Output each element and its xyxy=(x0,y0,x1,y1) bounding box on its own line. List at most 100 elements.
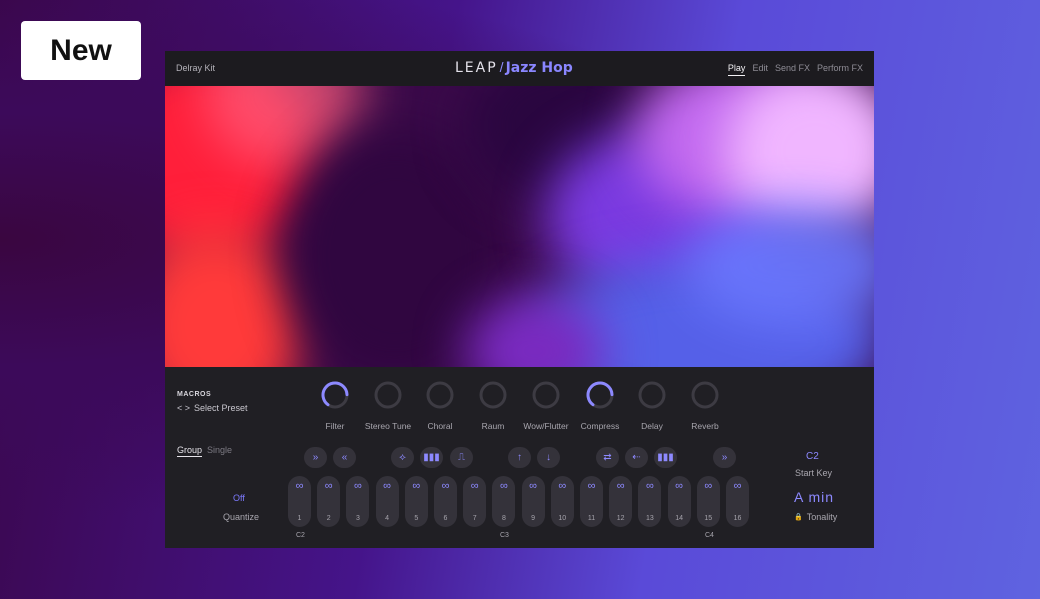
knob-dial-icon[interactable] xyxy=(426,381,454,409)
lock-icon[interactable]: 🔒 xyxy=(794,513,803,521)
infinity-icon: ∞ xyxy=(645,480,654,492)
tab-play[interactable]: Play xyxy=(727,63,746,76)
pad-4[interactable]: ∞ 4 xyxy=(375,476,399,527)
knob-dial-icon[interactable] xyxy=(374,381,402,409)
fast-forward-button[interactable]: » xyxy=(304,447,327,468)
tab-edit[interactable]: Edit xyxy=(752,63,768,76)
note-label-c3: C3 xyxy=(500,532,509,539)
pad-14[interactable]: ∞ 14 xyxy=(667,476,691,527)
infinity-icon: ∞ xyxy=(441,480,450,492)
knob-dial-icon[interactable] xyxy=(586,381,614,409)
pad-15[interactable]: ∞ 15 xyxy=(696,476,720,527)
infinity-icon: ∞ xyxy=(412,480,421,492)
bars-button[interactable]: ▮▮▮ xyxy=(420,447,443,468)
shuffle-button[interactable]: ⟡ xyxy=(391,447,414,468)
pad-number: 7 xyxy=(472,515,477,522)
pad-number: 15 xyxy=(704,515,713,522)
envelope-button[interactable]: ⎍ xyxy=(450,447,473,468)
up-arrow-button[interactable]: ↑ xyxy=(508,447,531,468)
pad-12[interactable]: ∞ 12 xyxy=(609,476,633,527)
tab-group[interactable]: Group xyxy=(177,445,203,457)
knob-label: Compress xyxy=(580,421,620,431)
macro-knob-wow-flutter[interactable]: Wow/Flutter xyxy=(516,381,576,431)
macro-knob-reverb[interactable]: Reverb xyxy=(675,381,735,431)
macros-title: MACROS xyxy=(177,391,212,398)
scatter-button[interactable]: ⇠ xyxy=(625,447,648,468)
note-label-c2: C2 xyxy=(296,532,305,539)
pad-1[interactable]: ∞ 1 xyxy=(288,476,311,527)
pad-number: 9 xyxy=(531,515,536,522)
start-key-value[interactable]: C2 xyxy=(806,451,819,462)
pad-number: 13 xyxy=(645,515,654,522)
knob-dial-icon[interactable] xyxy=(321,381,349,409)
leap-plugin-window: Delray Kit LEAP / Jazz Hop Play Edit Sen… xyxy=(165,51,874,548)
knob-dial-icon[interactable] xyxy=(691,381,719,409)
scatter-icon: ⇠ xyxy=(632,452,641,463)
pad-5[interactable]: ∞ 5 xyxy=(404,476,428,527)
brand-leap: LEAP xyxy=(455,60,498,76)
pad-16[interactable]: ∞ 16 xyxy=(726,476,749,527)
knob-label: Filter xyxy=(325,421,345,431)
down-arrow-button[interactable]: ↓ xyxy=(537,447,560,468)
note-label-c4: C4 xyxy=(705,532,714,539)
preset-arrows-icon[interactable]: < > xyxy=(177,403,190,413)
pad-number: 8 xyxy=(501,515,506,522)
rewind-button[interactable]: « xyxy=(333,447,356,468)
knob-label: Reverb xyxy=(691,421,719,431)
bars-button[interactable]: ▮▮▮ xyxy=(654,447,677,468)
start-key-label: Start Key xyxy=(795,468,833,478)
knob-dial-icon[interactable] xyxy=(638,381,666,409)
group-single-tabs: Group Single xyxy=(177,445,232,457)
bars-icon: ▮▮▮ xyxy=(423,452,440,463)
pad-10[interactable]: ∞ 10 xyxy=(550,476,574,527)
infinity-icon: ∞ xyxy=(558,480,567,492)
knob-label: Delay xyxy=(641,421,663,431)
pad-11[interactable]: ∞ 11 xyxy=(580,476,603,527)
tab-send-fx[interactable]: Send FX xyxy=(775,63,810,76)
rewind-icon: « xyxy=(341,452,348,463)
fast-forward-button[interactable]: » xyxy=(713,447,736,468)
fast-forward-icon: » xyxy=(721,452,728,463)
down-arrow-icon: ↓ xyxy=(546,452,551,463)
pad-number: 6 xyxy=(443,515,448,522)
brand-name: Jazz Hop xyxy=(505,60,573,76)
macro-knob-compress[interactable]: Compress xyxy=(570,381,630,431)
macro-knob-raum[interactable]: Raum xyxy=(463,381,523,431)
macro-knob-delay[interactable]: Delay xyxy=(622,381,682,431)
pad-number: 3 xyxy=(355,515,360,522)
pad-13[interactable]: ∞ 13 xyxy=(638,476,662,527)
tonality-value[interactable]: A min xyxy=(794,489,834,505)
pad-2[interactable]: ∞ 2 xyxy=(317,476,341,527)
pad-number: 11 xyxy=(587,515,596,522)
infinity-icon: ∞ xyxy=(499,480,508,492)
knob-dial-icon[interactable] xyxy=(532,381,560,409)
macro-knob-stereo-tune[interactable]: Stereo Tune xyxy=(358,381,418,431)
brand-slash: / xyxy=(499,59,504,75)
pad-number: 2 xyxy=(326,515,331,522)
up-arrow-icon: ↑ xyxy=(517,452,522,463)
pad-7[interactable]: ∞ 7 xyxy=(463,476,487,527)
pad-6[interactable]: ∞ 6 xyxy=(434,476,457,527)
pad-8[interactable]: ∞ 8 xyxy=(492,476,516,527)
controls-panel: MACROS < > Select Preset Filter Stereo Tu… xyxy=(165,367,874,548)
kit-name: Delray Kit xyxy=(176,63,216,73)
quantize-value[interactable]: Off xyxy=(233,493,245,503)
pad-9[interactable]: ∞ 9 xyxy=(521,476,545,527)
infinity-icon: ∞ xyxy=(733,480,742,492)
fast-forward-icon: » xyxy=(312,452,319,463)
swap-button[interactable]: ⇄ xyxy=(596,447,619,468)
knob-dial-icon[interactable] xyxy=(479,381,507,409)
preset-selector[interactable]: < > Select Preset xyxy=(177,403,248,413)
knob-label: Choral xyxy=(427,421,453,431)
tab-perform-fx[interactable]: Perform FX xyxy=(817,63,863,76)
infinity-icon: ∞ xyxy=(529,480,538,492)
infinity-icon: ∞ xyxy=(587,480,596,492)
macro-knob-choral[interactable]: Choral xyxy=(410,381,470,431)
brand-logo: LEAP / Jazz Hop xyxy=(455,59,573,76)
tab-single[interactable]: Single xyxy=(207,445,232,457)
infinity-icon: ∞ xyxy=(675,480,684,492)
pad-3[interactable]: ∞ 3 xyxy=(346,476,370,527)
tonality-label-row: 🔒 Tonality xyxy=(794,512,837,522)
macro-knob-filter[interactable]: Filter xyxy=(305,381,365,431)
preset-label: Select Preset xyxy=(194,403,248,413)
